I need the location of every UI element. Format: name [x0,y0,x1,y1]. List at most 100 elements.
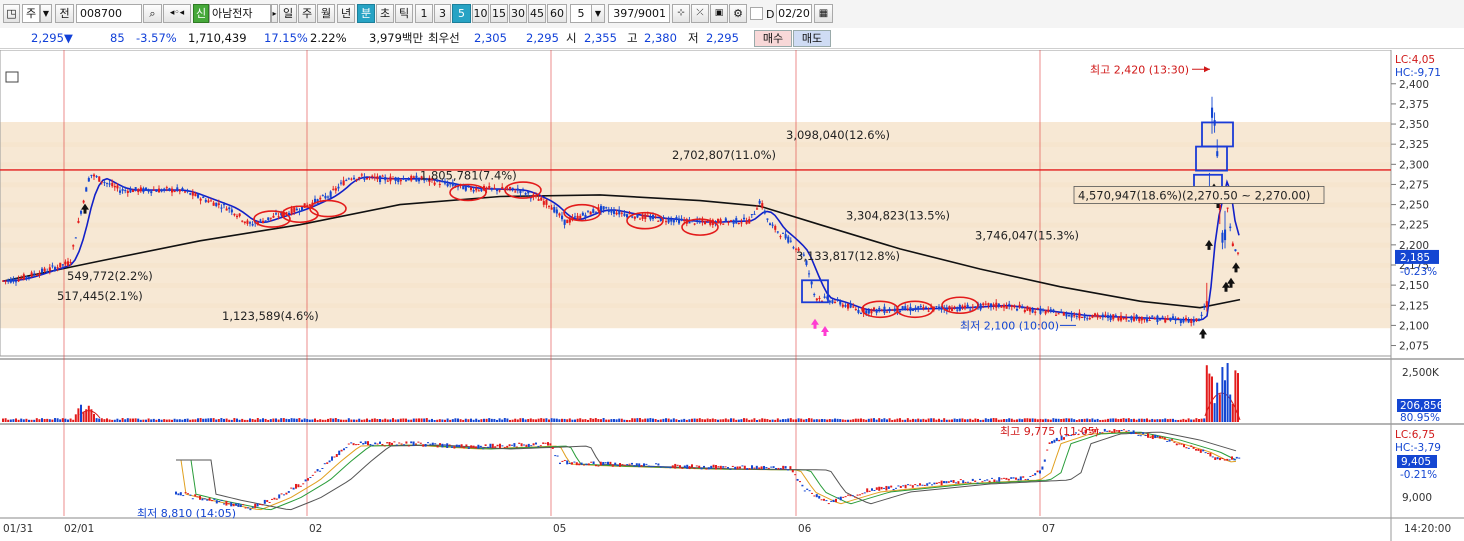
lower-candle [1183,444,1185,448]
lower-candle [271,498,273,500]
volume-bar [776,418,779,422]
volume-bar [665,418,667,422]
lower-candle [643,463,645,467]
period-tab-0[interactable]: 일 [279,4,297,23]
lower-candle [1202,449,1205,452]
candle-body [126,190,129,193]
volume-bar [680,419,683,422]
candle-body [563,219,566,225]
lower-candle [1163,437,1166,440]
data-count-input[interactable]: 397/9001 [608,4,670,23]
price-chart[interactable]: 2,702,807(11.0%) 3,098,040(12.6%) 1,805,78… [0,50,1464,541]
compare-icon[interactable]: ⤫ [691,4,709,23]
candle-body [467,185,470,187]
stock-code-input[interactable]: 008700 [76,4,142,23]
period-tab-5[interactable]: 초 [376,4,394,23]
date-checkbox[interactable] [750,7,763,20]
stock-name-arrow-icon[interactable]: ▸ [271,4,278,23]
market-type-select[interactable]: 주 [22,4,40,23]
candle-body [345,180,348,182]
lower-candle [554,455,557,457]
candle-body [337,186,340,189]
lower-candle [290,487,293,489]
candle-body [160,189,163,192]
volume-bar [576,418,579,422]
lower-candle [724,466,727,468]
market-type-dropdown-icon[interactable]: ▼ [40,4,52,23]
volume-bar [532,419,535,422]
calendar-icon[interactable]: ▦ [814,4,833,23]
lower-candle [475,446,477,449]
lower-candle [323,463,326,465]
candle-body [717,219,720,223]
candle-body [514,191,517,193]
volume-bar [688,419,691,422]
volume-bar [420,418,423,422]
volume-bar [880,419,883,422]
lower-candle [424,443,427,447]
candle-body [1060,311,1063,313]
volume-bar [7,419,10,422]
candle-body [87,178,90,182]
interval-tab-30[interactable]: 30 [509,4,527,23]
candle-body [961,305,964,308]
lower-candle [215,500,218,504]
volume-bar [779,419,782,422]
volume-bar [176,419,179,422]
volume-bar [1231,403,1234,422]
lower-candle [976,482,979,484]
window-toggle-icon[interactable]: ◳ [3,4,20,23]
period-tab-3[interactable]: 년 [337,4,355,23]
volume-bar [958,418,961,422]
candle-body [1166,318,1169,321]
lower-candle [983,480,986,482]
period-tab-6[interactable]: 틱 [395,4,413,23]
volume-bar [145,419,147,422]
lower-candle [688,466,691,470]
lower-candle [237,503,240,507]
volume-bar [20,418,23,422]
volume-bar [1130,419,1133,422]
volume-bar [282,418,285,422]
interval-tab-1[interactable]: 1 [415,4,433,23]
interval-tab-60[interactable]: 60 [547,4,567,23]
period-tab-1[interactable]: 주 [298,4,316,23]
volume-bar [43,418,46,422]
lower-candle [892,488,895,491]
lower-candle [559,462,561,465]
volume-bar [1055,418,1057,422]
interval-tab-3[interactable]: 3 [434,4,451,23]
interval-tab-15[interactable]: 15 [490,4,508,23]
candle-body [238,213,241,217]
period-tab-2[interactable]: 월 [317,4,335,23]
lower-candle [1223,459,1226,461]
period-tab-4[interactable]: 분 [357,4,375,23]
lower-candle [1132,430,1135,434]
lower-candle [587,463,590,466]
lower-candle [501,445,504,447]
candle-body [15,281,18,283]
search-icon[interactable]: ⌕ [143,4,162,23]
lower-candle [755,465,758,469]
interval-tab-5[interactable]: 5 [452,4,471,23]
date-input[interactable]: 02/20 [776,4,812,23]
settings-gear-icon[interactable]: ⚙ [729,4,747,23]
lower-candle [314,471,317,473]
volume-bar [969,418,972,422]
prev-stock-button[interactable]: 전 [55,4,74,23]
interval-tab-45[interactable]: 45 [528,4,546,23]
sell-button[interactable]: 매도 [793,30,831,47]
candle-body [379,175,382,182]
interval-dropdown-icon[interactable]: ▼ [591,4,605,23]
volume-bar [574,419,576,422]
lower-candle [458,444,461,448]
interval-tab-10[interactable]: 10 [472,4,489,23]
candle-body [402,178,405,180]
crosshair-icon[interactable]: ⊹ [672,4,690,23]
buy-button[interactable]: 매수 [754,30,792,47]
speaker-icon[interactable]: ◂◦◂ [163,4,191,23]
interval-select[interactable]: 5 [570,4,592,23]
save-icon[interactable]: ▣ [710,4,728,23]
lower-candle [371,444,374,446]
candle-body [139,187,142,192]
